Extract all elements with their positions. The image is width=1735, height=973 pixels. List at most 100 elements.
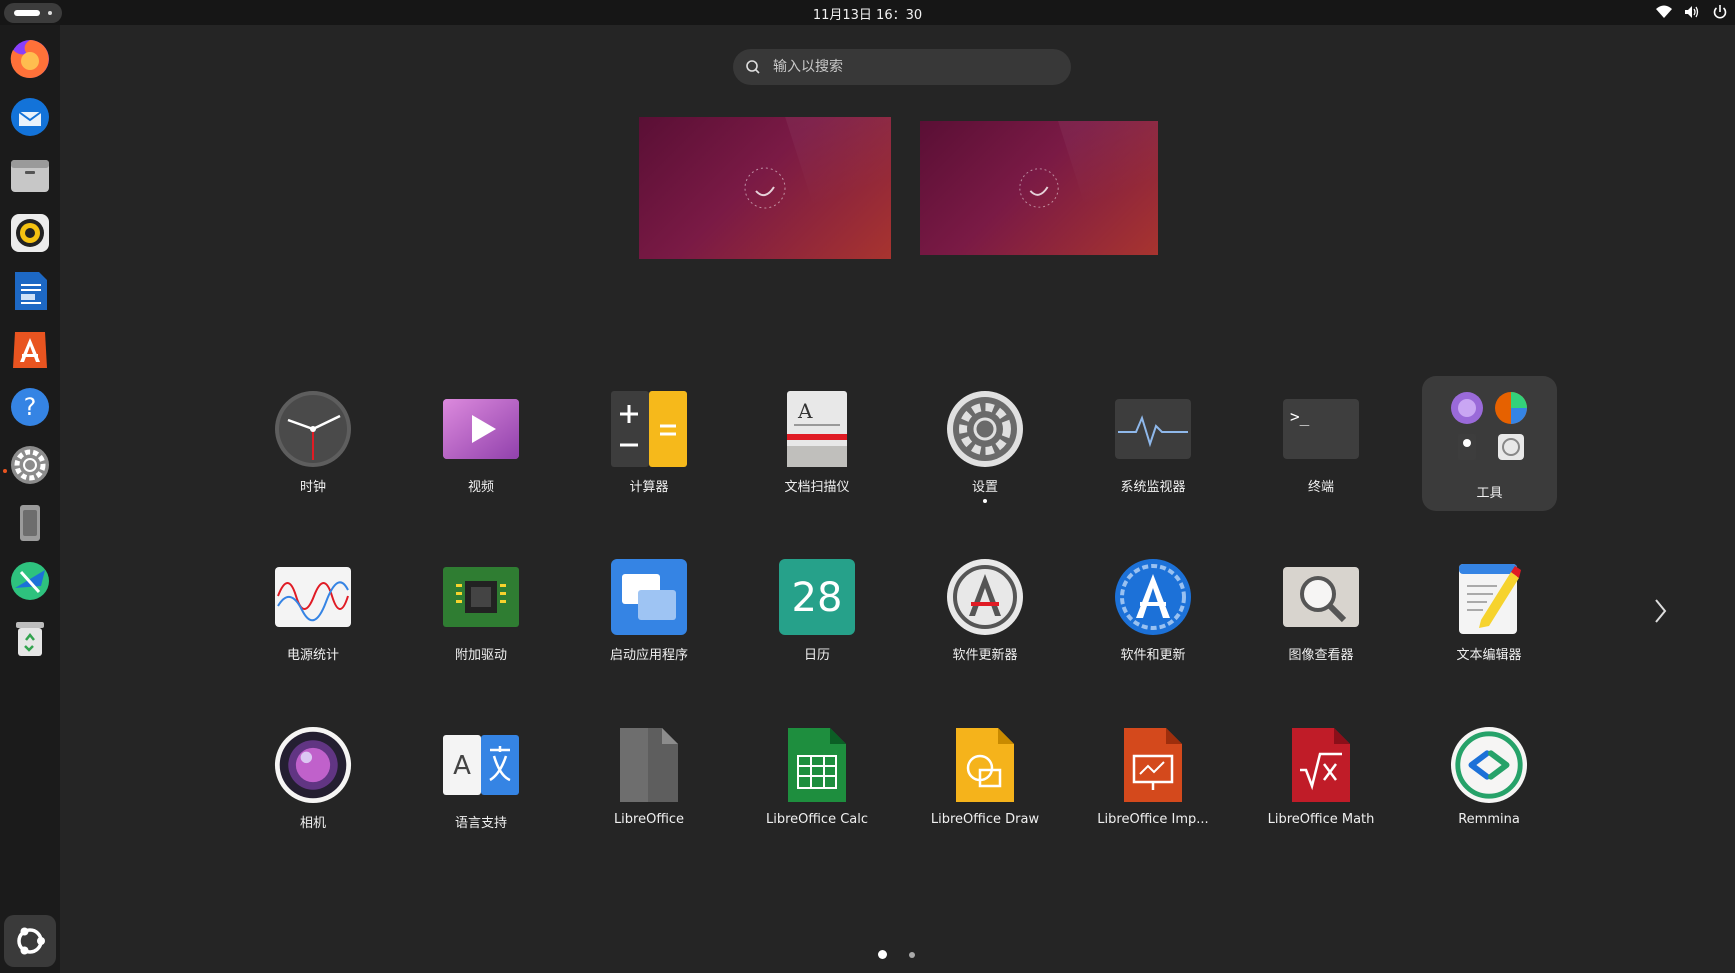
- language-support-icon: A: [442, 726, 520, 804]
- app-label: 系统监视器: [1120, 480, 1186, 495]
- app-label: 启动应用程序: [609, 648, 688, 663]
- power-statistics-icon: [274, 558, 352, 636]
- app-text-editor[interactable]: 文本编辑器: [1414, 550, 1564, 690]
- app-label: 工具: [1476, 486, 1503, 501]
- show-applications-button[interactable]: [4, 915, 56, 967]
- settings-icon: [946, 390, 1024, 468]
- top-bar: 11月13日 16：30: [0, 0, 1735, 25]
- libreoffice-writer-icon[interactable]: [8, 269, 52, 313]
- app-label: 视频: [467, 480, 494, 495]
- app-label: LibreOffice Math: [1267, 812, 1375, 827]
- firefox-icon[interactable]: [8, 37, 52, 81]
- app-label: 设置: [971, 480, 998, 495]
- app-label: Remmina: [1458, 812, 1520, 827]
- terminal-prompt: >_: [1290, 407, 1310, 426]
- search-input[interactable]: [771, 58, 1055, 76]
- calculator-icon: [610, 390, 688, 468]
- page-dot-active[interactable]: [878, 950, 887, 959]
- startup-applications-icon: [610, 558, 688, 636]
- help-icon[interactable]: ?: [8, 385, 52, 429]
- app-label: 语言支持: [454, 816, 507, 831]
- image-viewer-icon: [1282, 558, 1360, 636]
- workspace-thumbnail-1[interactable]: [639, 117, 891, 259]
- system-monitor-icon: [1114, 390, 1192, 468]
- running-indicator: [3, 469, 7, 473]
- app-clock[interactable]: 时钟: [238, 382, 388, 522]
- system-tray[interactable]: [1655, 3, 1729, 21]
- libreoffice-impress-icon: [1114, 726, 1192, 804]
- search-bar[interactable]: [733, 49, 1071, 85]
- dock: ?: [0, 25, 60, 973]
- app-system-monitor[interactable]: 系统监视器: [1078, 382, 1228, 522]
- app-center-icon[interactable]: [8, 327, 52, 371]
- svg-text:?: ?: [24, 393, 37, 421]
- app-language-support[interactable]: A 语言支持: [406, 718, 556, 858]
- removable-drive-icon[interactable]: [8, 501, 52, 545]
- files-icon[interactable]: [8, 153, 52, 197]
- app-doc-scanner[interactable]: A 文档扫描仪: [742, 382, 892, 522]
- app-libreoffice-math[interactable]: LibreOffice Math: [1246, 718, 1396, 858]
- settings-icon[interactable]: [8, 443, 52, 487]
- app-libreoffice-calc[interactable]: LibreOffice Calc: [742, 718, 892, 858]
- app-label: 文档扫描仪: [784, 480, 850, 495]
- app-power-statistics[interactable]: 电源统计: [238, 550, 388, 690]
- thunderbird-icon[interactable]: [8, 95, 52, 139]
- clock-datetime[interactable]: 11月13日 16：30: [0, 4, 1735, 23]
- app-libreoffice-draw[interactable]: LibreOffice Draw: [910, 718, 1060, 858]
- tools-folder-preview-icons: [1451, 392, 1527, 460]
- app-libreoffice[interactable]: LibreOffice: [574, 718, 724, 858]
- ubuntu-wallpaper-logo-icon: [1019, 168, 1059, 208]
- map-app-icon[interactable]: [8, 559, 52, 603]
- app-calendar[interactable]: 28 日历: [742, 550, 892, 690]
- software-and-updates-icon: [1114, 558, 1192, 636]
- clock-icon: [274, 390, 352, 468]
- app-settings[interactable]: 设置: [910, 382, 1060, 522]
- search-icon: [746, 60, 760, 74]
- app-software-updates[interactable]: 软件和更新: [1078, 550, 1228, 690]
- app-label: 计算器: [629, 480, 669, 495]
- videos-icon: [442, 390, 520, 468]
- app-label: LibreOffice Imp...: [1097, 812, 1209, 827]
- terminal-icon: >_: [1282, 390, 1360, 468]
- ubuntu-logo-icon: [17, 927, 45, 955]
- app-additional-drivers[interactable]: 附加驱动: [406, 550, 556, 690]
- app-label: 相机: [299, 816, 326, 831]
- app-calculator[interactable]: 计算器: [574, 382, 724, 522]
- ubuntu-wallpaper-logo-icon: [744, 167, 786, 209]
- camera-icon: [274, 726, 352, 804]
- app-remmina[interactable]: Remmina: [1414, 718, 1564, 858]
- volume-icon[interactable]: [1683, 3, 1701, 21]
- libreoffice-draw-icon: [946, 726, 1024, 804]
- power-icon[interactable]: [1711, 3, 1729, 21]
- app-libreoffice-impress[interactable]: LibreOffice Imp...: [1078, 718, 1228, 858]
- app-label: 附加驱动: [454, 648, 507, 663]
- document-scanner-icon: A: [778, 390, 856, 468]
- text-editor-icon: [1450, 558, 1528, 636]
- workspace-thumbnail-2[interactable]: [920, 121, 1158, 255]
- app-camera[interactable]: 相机: [238, 718, 388, 858]
- libreoffice-calc-icon: [778, 726, 856, 804]
- wifi-icon[interactable]: [1655, 3, 1673, 21]
- app-label: LibreOffice Draw: [930, 812, 1040, 827]
- calendar-icon: 28: [778, 558, 856, 636]
- app-startup-applications[interactable]: 启动应用程序: [574, 550, 724, 690]
- page-dot[interactable]: [909, 951, 915, 958]
- running-indicator: [983, 499, 987, 503]
- app-label: 软件更新器: [952, 648, 1018, 663]
- app-label: 图像查看器: [1288, 648, 1354, 663]
- next-page-chevron-right-icon[interactable]: [1650, 596, 1670, 626]
- app-terminal[interactable]: >_ 终端: [1246, 382, 1396, 522]
- app-label: 终端: [1307, 480, 1334, 495]
- app-label: LibreOffice Calc: [765, 812, 869, 827]
- app-software-updater[interactable]: 软件更新器: [910, 550, 1060, 690]
- trash-icon[interactable]: [8, 617, 52, 661]
- rhythmbox-icon[interactable]: [8, 211, 52, 255]
- app-videos[interactable]: 视频: [406, 382, 556, 522]
- app-folder-tools[interactable]: 工具: [1422, 376, 1557, 511]
- app-label: 软件和更新: [1120, 648, 1186, 663]
- svg-text:A: A: [453, 751, 471, 781]
- additional-drivers-icon: [442, 558, 520, 636]
- remmina-icon: [1450, 726, 1528, 804]
- app-label: 日历: [803, 648, 830, 663]
- app-image-viewer[interactable]: 图像查看器: [1246, 550, 1396, 690]
